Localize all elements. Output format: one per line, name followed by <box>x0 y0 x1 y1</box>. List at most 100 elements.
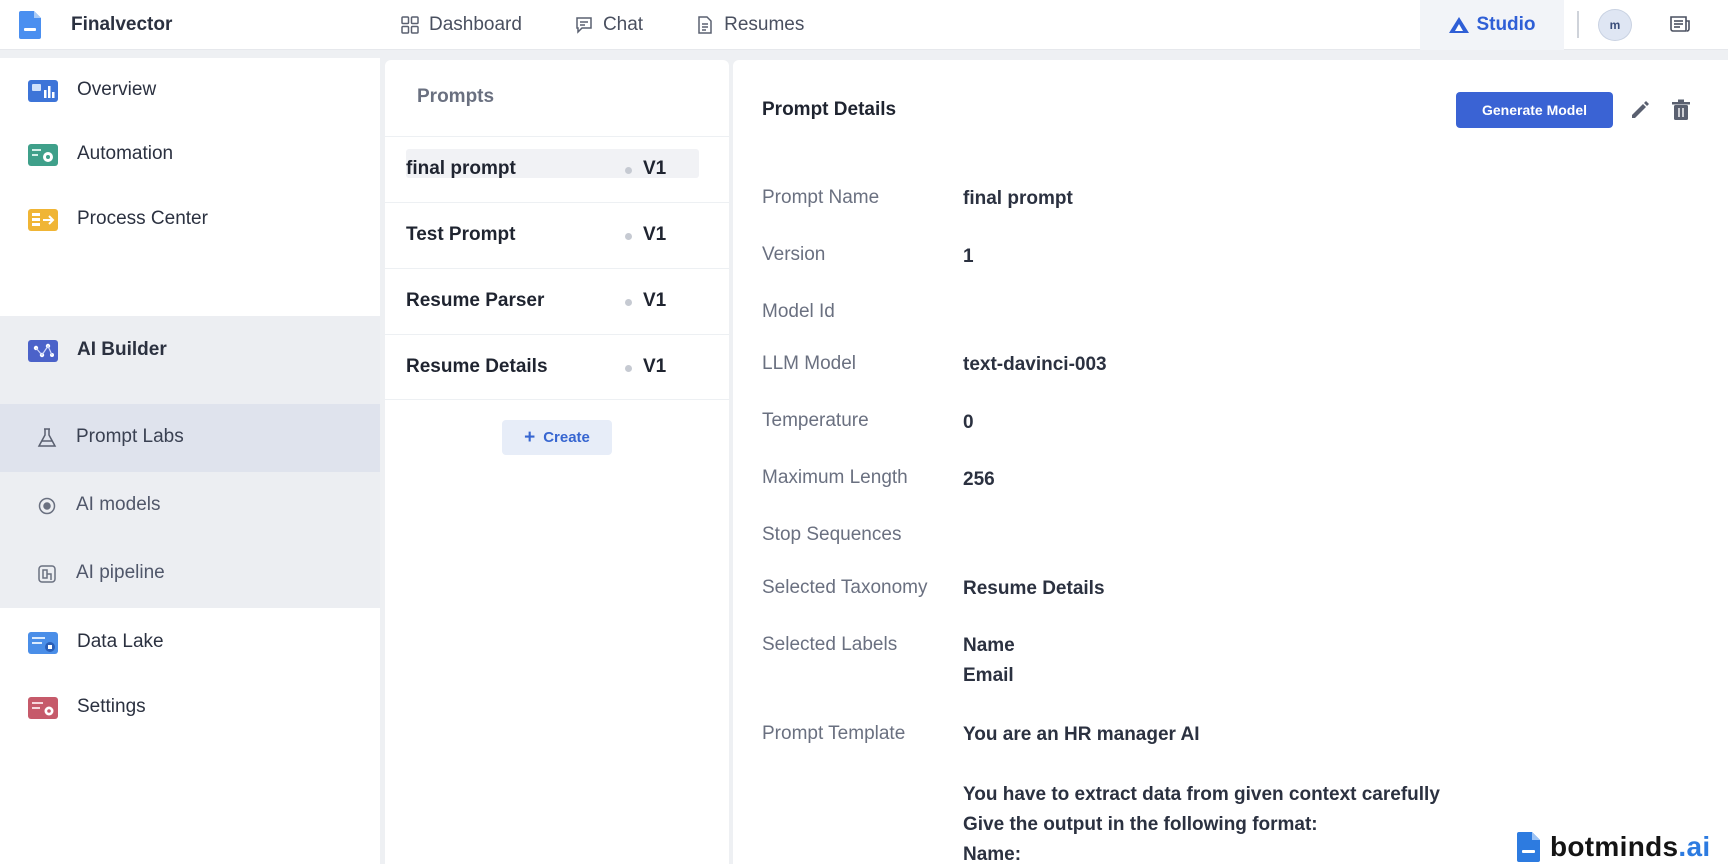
nav-dashboard[interactable]: Dashboard <box>400 14 522 36</box>
ai-builder-group: AI Builder Prompt Labs AI models AI pipe… <box>0 316 380 608</box>
prompts-title: Prompts <box>417 86 495 107</box>
top-nav: Dashboard Chat Resumes <box>400 0 856 50</box>
sidebar-item-label: AI Builder <box>77 339 167 360</box>
create-prompt-button[interactable]: + Create <box>502 420 612 455</box>
field-value-label: Name <box>963 635 1015 656</box>
template-line: Name: <box>963 844 1022 864</box>
field-value-temperature: 0 <box>963 412 974 433</box>
sidebar-item-label: Process Center <box>77 208 208 229</box>
studio-label: Studio <box>1476 14 1536 35</box>
grid-icon <box>401 16 419 34</box>
studio-logo-icon <box>1449 17 1470 33</box>
sidebar-subitem-label: Prompt Labs <box>76 426 184 447</box>
automation-icon <box>28 144 58 166</box>
prompts-panel: Prompts final prompt V1 Test Prompt V1 R… <box>385 60 729 864</box>
field-label-max-length: Maximum Length <box>762 467 908 488</box>
field-value-prompt-name: final prompt <box>963 188 1073 209</box>
watermark-brand: botminds <box>1550 831 1679 862</box>
top-bar: Finalvector Dashboard Chat Resumes Studi… <box>0 0 1728 50</box>
model-icon <box>38 497 56 515</box>
sidebar-item-settings[interactable]: Settings <box>0 675 380 739</box>
trash-icon[interactable] <box>1670 98 1692 122</box>
sidebar-subitem-ai-models[interactable]: AI models <box>0 472 380 540</box>
status-dot <box>625 365 632 372</box>
flask-icon <box>37 428 57 447</box>
template-line: You are an HR manager AI <box>963 724 1200 745</box>
app-name: Finalvector <box>71 14 173 35</box>
prompt-list-item[interactable]: final prompt V1 <box>385 136 729 202</box>
sidebar-subitem-label: AI models <box>76 494 161 515</box>
prompt-list-item[interactable]: Resume Details V1 <box>385 334 729 400</box>
field-label-model-id: Model Id <box>762 301 835 322</box>
sidebar-item-automation[interactable]: Automation <box>0 122 380 186</box>
brand[interactable] <box>18 0 44 50</box>
sidebar: Overview Automation Process Center AI Bu… <box>0 58 380 864</box>
template-line: You have to extract data from given cont… <box>963 784 1440 805</box>
pipeline-icon <box>38 565 56 583</box>
nav-resumes-label: Resumes <box>724 14 805 35</box>
botminds-logo-icon <box>1517 832 1540 862</box>
prompt-list-item[interactable]: Resume Parser V1 <box>385 268 729 334</box>
pencil-icon[interactable] <box>1628 98 1652 122</box>
prompt-version: V1 <box>643 158 667 179</box>
watermark-suffix: .ai <box>1678 831 1711 862</box>
prompt-details-panel: Prompt Details Generate Model Prompt Nam… <box>733 60 1728 864</box>
sidebar-item-ai-builder[interactable]: AI Builder <box>0 316 380 386</box>
prompt-name: final prompt <box>406 158 516 179</box>
prompt-name: Resume Parser <box>406 290 545 311</box>
sidebar-item-data-lake[interactable]: Data Lake <box>0 610 380 674</box>
overview-icon <box>28 80 58 102</box>
field-label-temperature: Temperature <box>762 410 869 431</box>
field-label-version: Version <box>762 244 826 265</box>
botminds-watermark: botminds.ai <box>1516 830 1710 864</box>
prompt-name: Test Prompt <box>406 224 516 245</box>
status-dot <box>625 233 632 240</box>
status-dot <box>625 167 632 174</box>
chat-icon <box>576 17 592 34</box>
field-label-stop-sequences: Stop Sequences <box>762 524 902 545</box>
news-icon[interactable] <box>1668 12 1692 36</box>
field-label-template: Prompt Template <box>762 723 906 744</box>
sidebar-item-label: Overview <box>77 79 157 100</box>
nav-dashboard-label: Dashboard <box>429 14 522 35</box>
data-lake-icon <box>28 632 58 654</box>
plus-icon: + <box>524 427 536 448</box>
field-value-label: Email <box>963 665 1014 686</box>
sidebar-item-label: Settings <box>77 696 146 717</box>
field-label-prompt-name: Prompt Name <box>762 187 880 208</box>
prompt-version: V1 <box>643 224 667 245</box>
prompt-list-item[interactable]: Test Prompt V1 <box>385 202 729 268</box>
field-label-llm-model: LLM Model <box>762 353 856 374</box>
sidebar-subitem-label: AI pipeline <box>76 562 165 583</box>
prompt-version: V1 <box>643 356 667 377</box>
status-dot <box>625 299 632 306</box>
prompt-name: Resume Details <box>406 356 548 377</box>
template-line: Give the output in the following format: <box>963 814 1318 835</box>
ai-builder-icon <box>28 340 58 362</box>
nav-resumes[interactable]: Resumes <box>695 14 804 36</box>
sidebar-item-label: Automation <box>77 143 174 164</box>
app-logo-icon <box>19 11 41 39</box>
prompt-version: V1 <box>643 290 667 311</box>
field-value-llm-model: text-davinci-003 <box>963 354 1107 375</box>
field-label-taxonomy: Selected Taxonomy <box>762 577 928 598</box>
sidebar-subitem-prompt-labs[interactable]: Prompt Labs <box>0 404 380 472</box>
settings-icon <box>28 697 58 719</box>
user-avatar[interactable]: m <box>1598 9 1632 41</box>
document-icon <box>698 16 712 34</box>
field-label-labels: Selected Labels <box>762 634 898 655</box>
details-title: Prompt Details <box>762 99 897 120</box>
avatar-text: m <box>1609 18 1621 32</box>
nav-chat[interactable]: Chat <box>574 14 643 36</box>
field-value-version: 1 <box>963 246 974 267</box>
sidebar-item-overview[interactable]: Overview <box>0 58 380 122</box>
field-value-taxonomy: Resume Details <box>963 578 1105 599</box>
field-value-max-length: 256 <box>963 469 995 490</box>
create-label: Create <box>543 429 590 446</box>
sidebar-item-process-center[interactable]: Process Center <box>0 187 380 251</box>
sidebar-item-label: Data Lake <box>77 631 164 652</box>
sidebar-subitem-ai-pipeline[interactable]: AI pipeline <box>0 540 380 608</box>
studio-button[interactable]: Studio <box>1420 0 1564 50</box>
process-center-icon <box>28 209 58 231</box>
generate-model-button[interactable]: Generate Model <box>1456 92 1613 128</box>
